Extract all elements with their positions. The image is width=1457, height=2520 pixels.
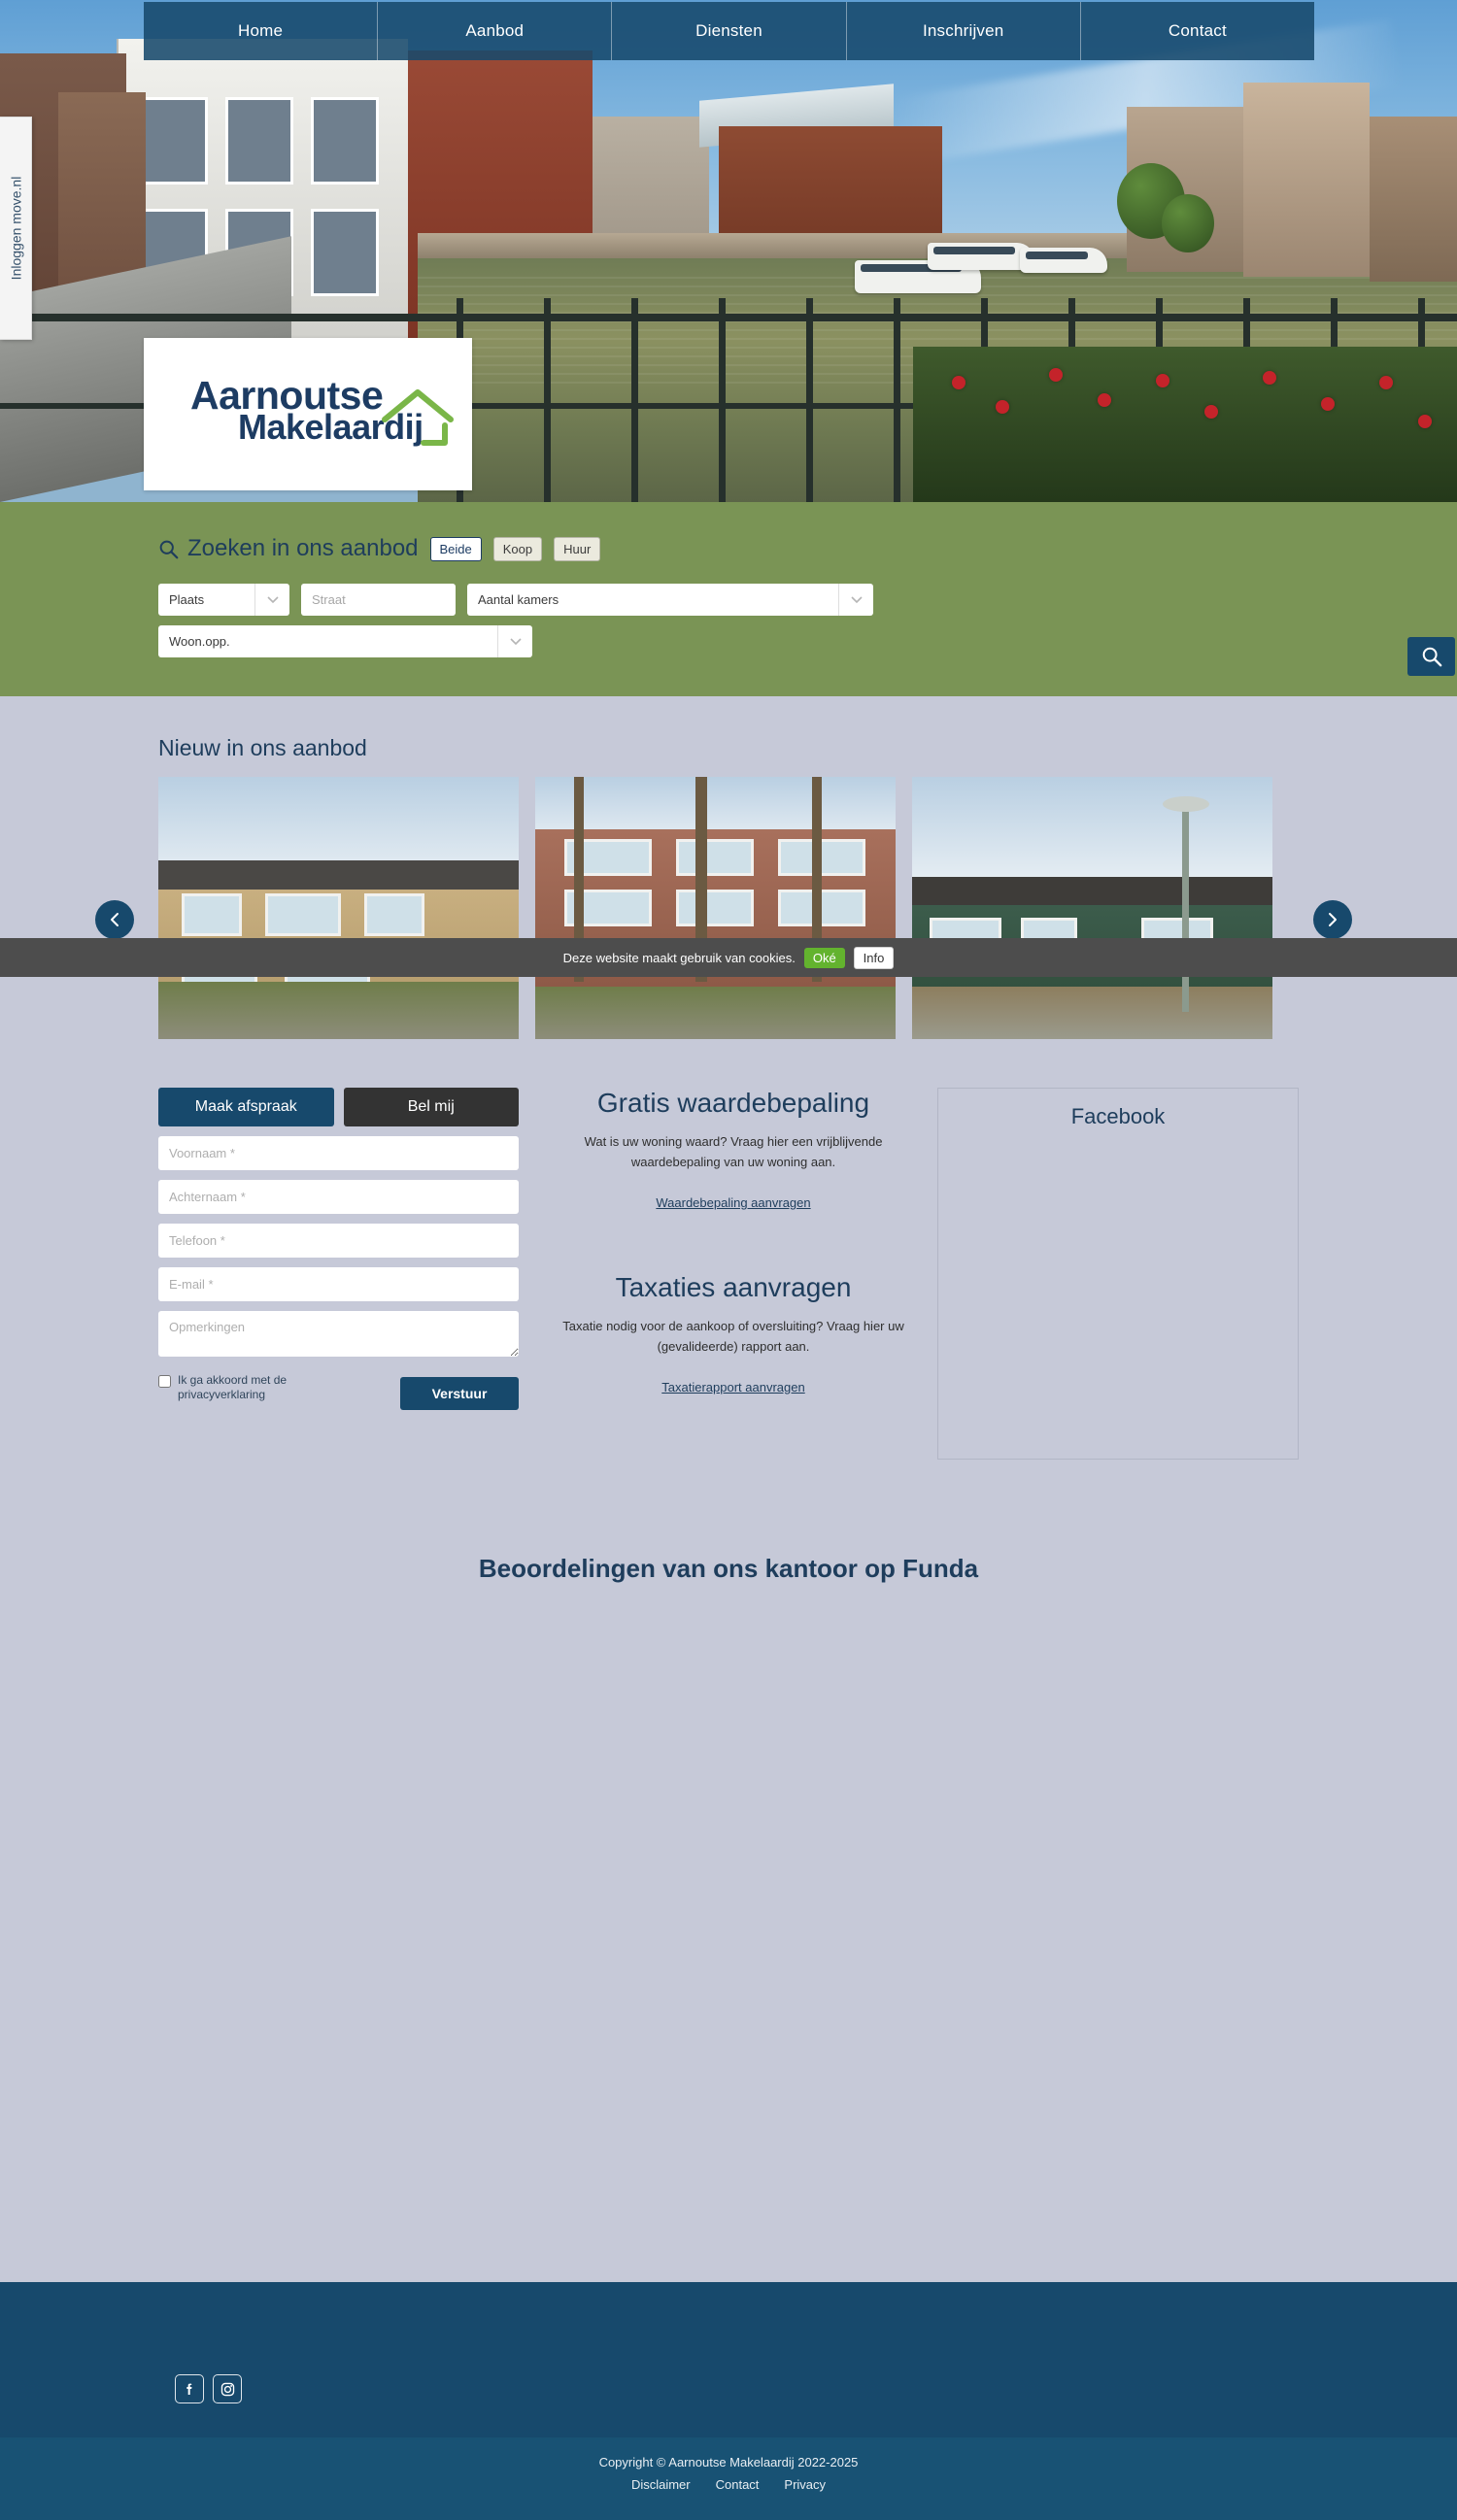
footer-link-disclaimer[interactable]: Disclaimer xyxy=(631,2477,691,2492)
instagram-icon xyxy=(220,2382,234,2396)
email-input[interactable] xyxy=(158,1267,519,1301)
contact-form: Maak afspraak Bel mij Ik ga akkoord met … xyxy=(158,1088,519,1414)
filter-huur-button[interactable]: Huur xyxy=(554,536,601,561)
nav-item-contact[interactable]: Contact xyxy=(1081,2,1314,60)
promo-taxaties-body: Taxatie nodig voor de aankoop of overslu… xyxy=(562,1319,904,1354)
copyright-bar: Copyright © Aarnoutse Makelaardij 2022-2… xyxy=(0,2437,1457,2520)
tab-bel-mij[interactable]: Bel mij xyxy=(343,1088,519,1126)
plaats-select-value: Plaats xyxy=(169,592,205,607)
filter-beide-button[interactable]: Beide xyxy=(429,536,482,561)
promo-waardebepaling-link[interactable]: Waardebepaling aanvragen xyxy=(656,1195,810,1210)
listing-card[interactable] xyxy=(535,777,896,1039)
filter-koop-label: Koop xyxy=(502,541,533,556)
opmerkingen-textarea[interactable] xyxy=(158,1311,519,1357)
filter-koop-button[interactable]: Koop xyxy=(492,536,543,561)
boat xyxy=(928,243,1034,270)
listing-card[interactable] xyxy=(158,777,519,1039)
telefoon-input[interactable] xyxy=(158,1224,519,1258)
footer-link-privacy[interactable]: Privacy xyxy=(784,2477,826,2492)
voornaam-input[interactable] xyxy=(158,1136,519,1170)
cookie-info-button[interactable]: Info xyxy=(853,946,895,969)
promo-taxaties-heading: Taxaties aanvragen xyxy=(615,1272,852,1302)
promo-column: Gratis waardebepaling Wat is uw woning w… xyxy=(554,1088,913,1396)
cookie-banner: Deze website maakt gebruik van cookies. … xyxy=(0,938,1457,977)
footer-link-contact[interactable]: Contact xyxy=(716,2477,760,2492)
search-band: Zoeken in ons aanbod Beide Koop Huur Pla… xyxy=(0,502,1457,696)
login-move-tab-label: Inloggen move.nl xyxy=(8,176,24,281)
filter-beide-label: Beide xyxy=(439,541,472,556)
house-outline-icon xyxy=(382,388,454,446)
cookie-message: Deze website maakt gebruik van cookies. xyxy=(562,950,796,965)
facebook-widget-heading: Facebook xyxy=(1070,1104,1166,1128)
straat-input-placeholder: Straat xyxy=(312,592,346,607)
funda-reviews-heading: Beoordelingen van ons kantoor op Funda xyxy=(478,1554,979,1583)
chevron-down-icon xyxy=(497,625,532,657)
aantal-kamers-select[interactable]: Aantal kamers xyxy=(467,584,873,616)
login-move-tab[interactable]: Inloggen move.nl xyxy=(0,117,32,340)
site-logo[interactable]: Aarnoutse Makelaardij xyxy=(144,338,472,490)
tree xyxy=(1162,194,1214,252)
nav-item-label: Inschrijven xyxy=(922,21,1004,40)
aantal-kamers-value: Aantal kamers xyxy=(478,592,559,607)
promo-waardebepaling: Gratis waardebepaling Wat is uw woning w… xyxy=(554,1088,913,1212)
privacy-agree-label: Ik ga akkoord met de privacyverklaring xyxy=(178,1373,288,1401)
social-links xyxy=(175,2374,242,2403)
new-listings-heading: Nieuw in ons aanbod xyxy=(158,735,367,760)
promo-taxaties: Taxaties aanvragen Taxatie nodig voor de… xyxy=(554,1272,913,1396)
nav-item-home[interactable]: Home xyxy=(144,2,379,60)
tab-bel-mij-label: Bel mij xyxy=(407,1098,455,1115)
nav-item-aanbod[interactable]: Aanbod xyxy=(378,2,613,60)
cookie-accept-button[interactable]: Oké xyxy=(803,947,845,968)
nav-item-label: Aanbod xyxy=(465,21,525,40)
chevron-left-icon xyxy=(111,913,119,926)
promo-taxaties-link[interactable]: Taxatierapport aanvragen xyxy=(661,1380,804,1394)
verstuur-button[interactable]: Verstuur xyxy=(400,1377,519,1410)
nav-item-diensten[interactable]: Diensten xyxy=(612,2,847,60)
chevron-right-icon xyxy=(1329,913,1337,926)
building-right-2 xyxy=(1243,83,1370,277)
contact-form-tabs: Maak afspraak Bel mij xyxy=(158,1088,519,1126)
nav-item-label: Diensten xyxy=(695,21,762,40)
listings-carousel xyxy=(158,777,1272,1039)
search-heading-label: Zoeken in ons aanbod xyxy=(187,535,419,561)
facebook-widget: Facebook xyxy=(937,1088,1299,1460)
straat-input[interactable]: Straat xyxy=(301,584,456,616)
promo-waardebepaling-body: Wat is uw woning waard? Vraag hier een v… xyxy=(584,1134,883,1169)
carousel-prev-button[interactable] xyxy=(95,900,134,939)
achternaam-input[interactable] xyxy=(158,1180,519,1214)
woonoppervlakte-value: Woon.opp. xyxy=(169,634,230,649)
tab-maak-afspraak[interactable]: Maak afspraak xyxy=(158,1088,334,1126)
search-submit-button[interactable] xyxy=(1407,637,1455,676)
instagram-link[interactable] xyxy=(213,2374,242,2403)
tab-maak-afspraak-label: Maak afspraak xyxy=(194,1098,297,1115)
facebook-link[interactable] xyxy=(175,2374,204,2403)
flower-bed xyxy=(913,347,1457,502)
carousel-next-button[interactable] xyxy=(1313,900,1352,939)
search-heading: Zoeken in ons aanbod xyxy=(158,535,419,562)
promo-waardebepaling-heading: Gratis waardebepaling xyxy=(596,1088,870,1118)
nav-item-inschrijven[interactable]: Inschrijven xyxy=(847,2,1081,60)
footer-links: Disclaimer Contact Privacy xyxy=(0,2477,1457,2492)
copyright-text: Copyright © Aarnoutse Makelaardij 2022-2… xyxy=(598,2455,859,2470)
privacy-agree-checkbox[interactable] xyxy=(158,1375,171,1388)
site-footer xyxy=(0,2282,1457,2437)
boat xyxy=(1020,248,1107,273)
nav-item-label: Contact xyxy=(1168,21,1227,40)
filter-huur-label: Huur xyxy=(563,541,592,556)
plaats-select[interactable]: Plaats xyxy=(158,584,289,616)
chevron-down-icon xyxy=(254,584,289,616)
main-navigation: Home Aanbod Diensten Inschrijven Contact xyxy=(144,2,1314,60)
building-right-3 xyxy=(1370,117,1457,282)
woonoppervlakte-select[interactable]: Woon.opp. xyxy=(158,625,532,657)
search-icon xyxy=(1422,647,1441,667)
chevron-down-icon xyxy=(838,584,873,616)
nav-item-label: Home xyxy=(238,21,284,40)
listing-card[interactable] xyxy=(912,777,1272,1039)
facebook-icon xyxy=(186,2383,192,2395)
page-root: Home Aanbod Diensten Inschrijven Contact… xyxy=(0,0,1457,2520)
search-icon xyxy=(159,540,179,558)
